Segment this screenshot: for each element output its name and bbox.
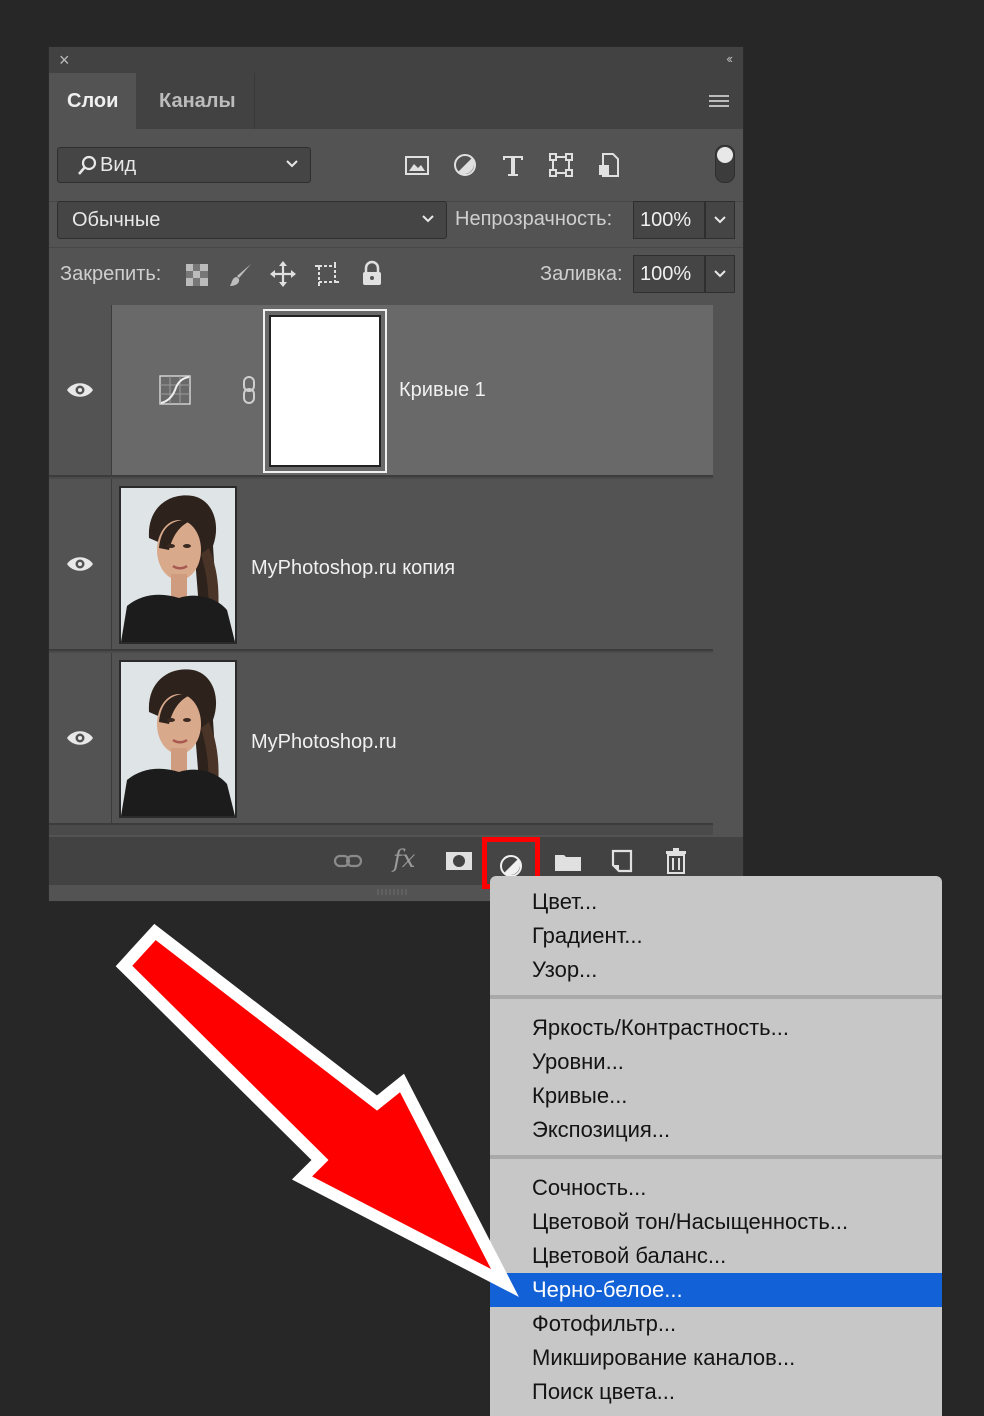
lock-artboard-icon[interactable] (313, 260, 341, 288)
eye-icon[interactable] (65, 554, 95, 574)
tab-channels[interactable]: Каналы (141, 73, 255, 129)
layer-row-copy[interactable]: MyPhotoshop.ru копия (49, 479, 713, 651)
filter-kind-value: Вид (100, 154, 137, 176)
layer-thumbnail[interactable] (119, 486, 237, 644)
menu-item-color-lookup[interactable]: Поиск цвета... (490, 1375, 942, 1409)
layers-list: Кривые 1 MyPhotoshop.ru копия MyPhotosho… (49, 305, 713, 835)
layer-name[interactable]: MyPhotoshop.ru копия (251, 557, 455, 580)
menu-item-color-balance[interactable]: Цветовой баланс... (490, 1239, 942, 1273)
shape-filter-icon[interactable] (547, 151, 575, 179)
menu-item-brightness-contrast[interactable]: Яркость/Контрастность... (490, 1011, 942, 1045)
menu-item-vibrance[interactable]: Сочность... (490, 1171, 942, 1205)
fill-dropdown-button[interactable] (705, 255, 735, 293)
search-icon (78, 155, 97, 175)
lock-image-pixels-icon[interactable] (227, 261, 255, 289)
layer-name[interactable]: MyPhotoshop.ru (251, 731, 397, 754)
trash-icon[interactable] (661, 847, 691, 875)
tab-layers[interactable]: Слои (49, 73, 137, 129)
chevron-down-icon (286, 160, 298, 168)
filter-row: Вид (49, 129, 743, 201)
image-filter-icon[interactable] (403, 151, 431, 179)
layer-row-curves[interactable]: Кривые 1 (49, 305, 713, 477)
fx-icon[interactable]: fx (393, 845, 415, 873)
adjustment-menu: Цвет... Градиент... Узор... Яркость/Конт… (490, 876, 942, 1416)
layer-name[interactable]: Кривые 1 (399, 379, 486, 402)
curves-adjustment-icon (159, 375, 191, 405)
menu-item-curves[interactable]: Кривые... (490, 1079, 942, 1113)
menu-item-levels[interactable]: Уровни... (490, 1045, 942, 1079)
lock-label: Закрепить: (60, 263, 162, 285)
new-layer-icon[interactable] (607, 847, 637, 875)
resize-grip-icon[interactable] (374, 889, 414, 895)
close-icon[interactable]: × (59, 50, 70, 70)
lock-transparent-pixels-icon[interactable] (185, 263, 209, 287)
collapse-icon[interactable]: ‹‹ (726, 51, 733, 66)
chain-link-icon[interactable] (241, 375, 257, 405)
lock-all-icon[interactable] (359, 260, 385, 288)
type-filter-icon[interactable] (499, 151, 527, 179)
fill-input[interactable]: 100% (633, 255, 705, 293)
filter-kind-dropdown[interactable]: Вид (57, 147, 311, 183)
layers-scrollbar[interactable] (713, 305, 743, 835)
layers-panel: × ‹‹ Слои Каналы Вид Обычные Непрозрачно… (48, 46, 744, 902)
menu-item-exposure[interactable]: Экспозиция... (490, 1113, 942, 1147)
menu-item-photo-filter[interactable]: Фотофильтр... (490, 1307, 942, 1341)
layer-mask-thumbnail[interactable] (263, 309, 387, 473)
menu-item-black-white[interactable]: Черно-белое... (490, 1273, 942, 1307)
eye-icon[interactable] (65, 380, 95, 400)
opacity-dropdown-button[interactable] (705, 201, 735, 239)
menu-separator (490, 995, 942, 999)
menu-item-solid-color[interactable]: Цвет... (490, 885, 942, 919)
layer-mask-icon[interactable] (444, 847, 474, 875)
portrait-image (121, 662, 235, 816)
menu-item-hue-saturation[interactable]: Цветовой тон/Насыщенность... (490, 1205, 942, 1239)
layer-row-original[interactable]: MyPhotoshop.ru (49, 653, 713, 825)
panel-titlebar: × ‹‹ (49, 47, 743, 73)
chevron-down-icon (714, 216, 726, 224)
link-layers-icon[interactable] (333, 847, 363, 875)
chevron-down-icon (714, 270, 726, 278)
menu-item-gradient[interactable]: Градиент... (490, 919, 942, 953)
fill-label: Заливка: (540, 263, 623, 285)
smart-object-filter-icon[interactable] (595, 151, 623, 179)
filter-toggle[interactable] (715, 145, 735, 183)
blend-mode-value: Обычные (72, 209, 161, 231)
chevron-down-icon (422, 215, 434, 223)
eye-icon[interactable] (65, 728, 95, 748)
group-folder-icon[interactable] (553, 847, 583, 875)
opacity-label: Непрозрачность: (455, 208, 613, 230)
layer-thumbnail[interactable] (119, 660, 237, 818)
menu-item-channel-mixer[interactable]: Микширование каналов... (490, 1341, 942, 1375)
blend-mode-dropdown[interactable]: Обычные (57, 201, 447, 239)
adjustment-filter-icon[interactable] (451, 151, 479, 179)
portrait-image (121, 488, 235, 642)
panel-menu-icon[interactable] (709, 95, 729, 107)
lock-position-icon[interactable] (269, 260, 297, 288)
opacity-input[interactable]: 100% (633, 201, 705, 239)
panel-tabs: Слои Каналы (49, 73, 743, 129)
menu-item-pattern[interactable]: Узор... (490, 953, 942, 987)
menu-separator (490, 1155, 942, 1159)
